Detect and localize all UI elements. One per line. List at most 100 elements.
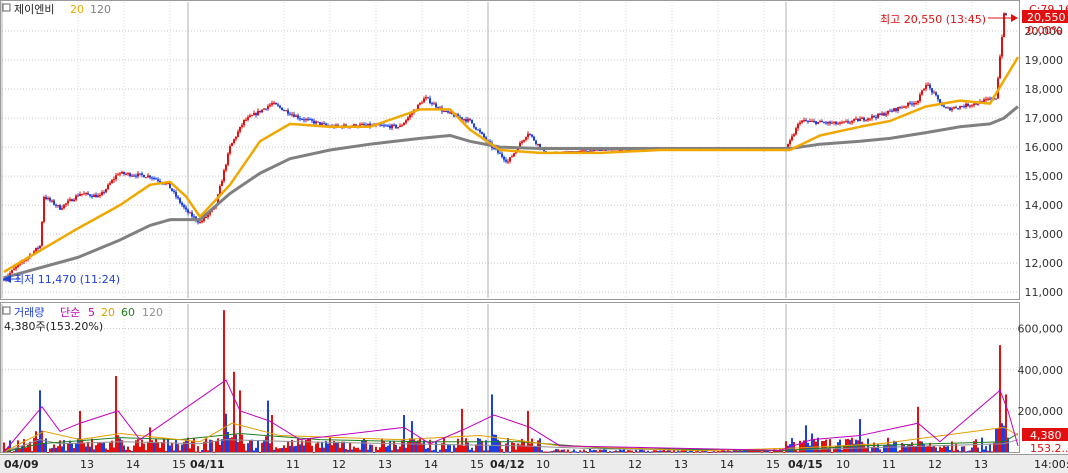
volume-bar (249, 439, 251, 452)
candle-body (947, 107, 949, 109)
candle-body (825, 122, 827, 124)
volume-bar (921, 441, 923, 452)
volume-bar (215, 440, 217, 452)
candle-body (135, 175, 137, 177)
volume-bar (657, 450, 659, 452)
candle-body (157, 179, 159, 182)
candle-body (531, 134, 533, 137)
volume-bar (67, 442, 69, 452)
candle-body (127, 173, 129, 175)
volume-bar (317, 441, 319, 452)
candle-body (869, 118, 871, 120)
volume-bar (543, 451, 545, 453)
price-tick-label: 17,000 (1025, 112, 1064, 125)
volume-bar (323, 447, 325, 452)
candle-body (257, 110, 259, 116)
volume-bar (615, 450, 617, 452)
candle-body (401, 125, 403, 127)
price-tick-label: 16,000 (1025, 141, 1064, 154)
candle-body (243, 119, 245, 126)
volume-bar (331, 445, 333, 452)
candle-body (123, 171, 125, 174)
volume-bar (557, 449, 559, 452)
volume-bar (49, 448, 51, 452)
candle-body (95, 194, 97, 198)
candle-body (885, 113, 887, 116)
volume-bar (713, 451, 715, 453)
volume-bar (321, 442, 323, 452)
candle-body (309, 119, 311, 121)
volume-bar (361, 440, 363, 452)
volume-bar (983, 449, 985, 452)
x-tick-label: 15 (470, 458, 484, 471)
volume-bar (653, 450, 655, 452)
volume-tick-label: 200,000 (1018, 405, 1064, 418)
volume-bar (579, 450, 581, 452)
candle-body (899, 107, 901, 109)
candle-body (951, 108, 953, 111)
volume-bar (677, 450, 679, 452)
volume-bar (89, 446, 91, 452)
legend-ma120: 120 (90, 3, 111, 16)
candle-body (887, 110, 889, 114)
x-tick-label: 13 (378, 458, 392, 471)
volume-bar (41, 430, 43, 452)
volume-bar (601, 450, 603, 452)
x-tick-label: 10 (836, 458, 850, 471)
volume-bar (243, 443, 245, 452)
volume-bar (613, 451, 615, 453)
volume-bar (969, 450, 971, 452)
volume-bar (589, 448, 591, 452)
volume-bar (967, 450, 969, 452)
volume-bar (635, 449, 637, 452)
candle-body (985, 99, 987, 101)
candle-body (803, 120, 805, 122)
candle-body (59, 205, 61, 210)
volume-bar (415, 441, 417, 452)
volume-bar (431, 450, 433, 452)
legend-vol-ma60: 60 (121, 306, 135, 319)
volume-bar (297, 438, 299, 452)
volume-bar (945, 446, 947, 452)
candle-body (303, 119, 305, 121)
candle-body (77, 195, 79, 197)
volume-bar (307, 438, 309, 452)
candle-body (91, 196, 93, 198)
price-y-axis: 20,00019,00018,00017,00016,00015,00014,0… (1025, 25, 1064, 299)
candle-body (255, 113, 257, 116)
volume-bar (109, 442, 111, 452)
candle-body (395, 124, 397, 128)
candle-body (917, 100, 919, 103)
volume-bar (213, 451, 215, 453)
volume-bar (707, 451, 709, 453)
x-tick-label: 14 (720, 458, 734, 471)
volume-bar (637, 451, 639, 453)
candle-body (963, 106, 965, 108)
volume-bar (351, 449, 353, 452)
volume-bar (437, 451, 439, 453)
candle-body (115, 175, 117, 180)
volume-bar (73, 448, 75, 452)
candle-body (267, 106, 269, 110)
volume-bar (875, 447, 877, 452)
candle-body (419, 102, 421, 105)
volume-bar (313, 451, 315, 453)
candle-body (525, 137, 527, 140)
volume-bar (633, 451, 635, 453)
volume-bar (487, 450, 489, 452)
x-tick-label: 04/09 (4, 458, 39, 471)
candle-body (845, 121, 847, 123)
candle-body (503, 156, 505, 160)
volume-bar (999, 345, 1001, 452)
legend-toggle-icon[interactable] (2, 3, 11, 12)
candle-body (367, 123, 369, 126)
volume-bar (513, 442, 515, 452)
candle-body (811, 120, 813, 122)
volume-bar (547, 451, 549, 453)
volume-bar (551, 451, 553, 453)
candle-body (189, 212, 191, 214)
candle-body (325, 123, 327, 126)
volume-legend-toggle-icon[interactable] (2, 306, 11, 315)
x-tick-label: 04/15 (788, 458, 823, 471)
candle-body (463, 119, 465, 121)
